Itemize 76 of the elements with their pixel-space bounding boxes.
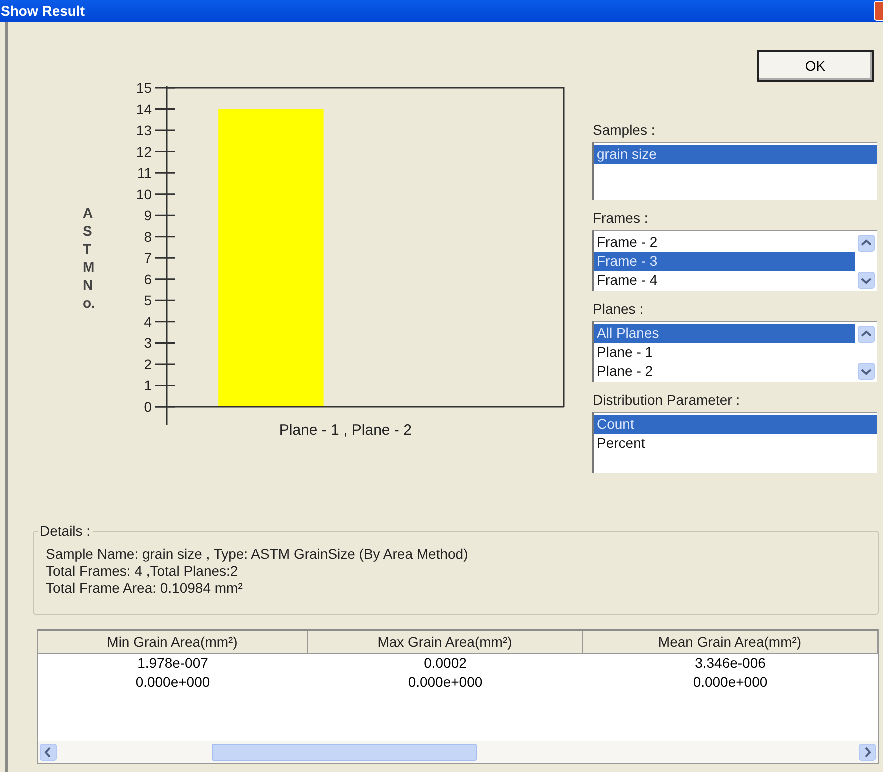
tick-label: 0 — [144, 399, 152, 415]
list-item[interactable]: Percent — [594, 434, 877, 453]
detail-line: Total Frame Area: 0.10984 mm² — [46, 580, 244, 597]
ok-button[interactable]: OK — [757, 50, 874, 82]
list-item[interactable]: Frame - 4 — [594, 271, 855, 290]
list-box[interactable]: All Planes Plane - 1 Plane - 2 — [592, 321, 877, 382]
scroll-left-button[interactable] — [40, 744, 57, 760]
group-label: Details : — [38, 523, 93, 539]
list-item[interactable]: grain size — [594, 145, 877, 164]
scroll-down-button[interactable] — [858, 363, 875, 380]
tick-mark — [155, 108, 175, 110]
detail-line: Total Frames: 4 ,Total Planes:2 — [46, 563, 240, 580]
tick-label: 8 — [144, 228, 152, 245]
list-box[interactable]: Frame - 2 Frame - 3 Frame - 4 — [592, 230, 877, 291]
list-label: Distribution Parameter : — [593, 392, 742, 408]
table-cell-text: 0.000e+000 — [692, 674, 769, 691]
column-header[interactable]: Min Grain Area(mm²) — [38, 631, 308, 654]
scrollbar-thumb[interactable] — [212, 744, 477, 760]
list-item[interactable]: Plane - 2 — [594, 362, 855, 381]
tick-label: 14 — [136, 101, 152, 118]
tick-mark — [155, 384, 175, 386]
tick-mark — [155, 151, 175, 153]
list-item[interactable]: Count — [594, 415, 877, 434]
list-item[interactable]: Frame - 3 — [594, 252, 855, 271]
tick-label: 5 — [144, 292, 152, 309]
close-button[interactable] — [874, 1, 883, 21]
tick-label: 10 — [136, 186, 152, 202]
tick-mark — [155, 130, 175, 132]
scrollbar[interactable] — [855, 324, 877, 382]
tick-mark — [155, 87, 175, 89]
table-cell-text: 1.978e-007 — [136, 655, 210, 672]
tick-label: 7 — [144, 250, 152, 266]
column-header[interactable]: Mean Grain Area(mm²) — [583, 631, 878, 654]
scroll-up-button[interactable] — [858, 235, 875, 252]
tick-mark — [155, 214, 175, 216]
detail-line: Sample Name: grain size , Type: ASTM GrainSize (By Area Method) — [46, 546, 470, 563]
tick-label: 3 — [144, 335, 152, 352]
tick-label: 11 — [137, 165, 152, 182]
scrollbar[interactable] — [855, 233, 877, 291]
scroll-right-button[interactable] — [859, 744, 876, 760]
window-title: Show Result — [0, 3, 86, 19]
scroll-up-button[interactable] — [858, 326, 875, 343]
tick-label: 2 — [144, 356, 152, 372]
tick-label: 15 — [136, 80, 152, 96]
table-cell-text: 3.346e-006 — [694, 655, 767, 672]
scroll-down-button[interactable] — [858, 272, 875, 289]
list-item[interactable]: All Planes — [594, 324, 855, 343]
tick-mark — [155, 194, 175, 196]
tick-label: 9 — [144, 208, 152, 224]
table-cell-text: 0.000e+000 — [134, 674, 212, 691]
tick-mark — [155, 236, 175, 238]
tick-label: 1 — [144, 378, 152, 394]
column-header[interactable]: Max Grain Area(mm²) — [308, 631, 583, 654]
list-label: Planes : — [593, 301, 645, 317]
tick-mark — [155, 406, 175, 408]
tick-label: 6 — [144, 271, 152, 288]
tick-mark — [155, 278, 175, 280]
axis-label: ASTM No. — [83, 204, 96, 312]
list-item[interactable]: Plane - 1 — [594, 343, 855, 362]
category-label: Plane - 1 , Plane - 2 — [279, 422, 412, 439]
tick-label: 13 — [136, 122, 152, 139]
list-box[interactable]: Count Percent — [592, 412, 877, 473]
tick-label: 12 — [136, 144, 152, 160]
list-label: Frames : — [593, 210, 650, 226]
list-box[interactable]: grain size — [592, 142, 877, 200]
tick-mark — [155, 364, 175, 366]
list-label: Samples : — [593, 122, 656, 138]
tick-mark — [155, 342, 175, 344]
table-cell-text: 0.000e+000 — [407, 674, 484, 691]
tick-mark — [155, 172, 175, 174]
tick-label: 4 — [144, 314, 152, 330]
tick-mark — [155, 300, 175, 302]
table-cell-text: 0.0002 — [423, 655, 468, 672]
list-item[interactable]: Frame - 2 — [594, 233, 855, 252]
tick-mark — [155, 257, 175, 259]
tick-mark — [155, 321, 175, 323]
